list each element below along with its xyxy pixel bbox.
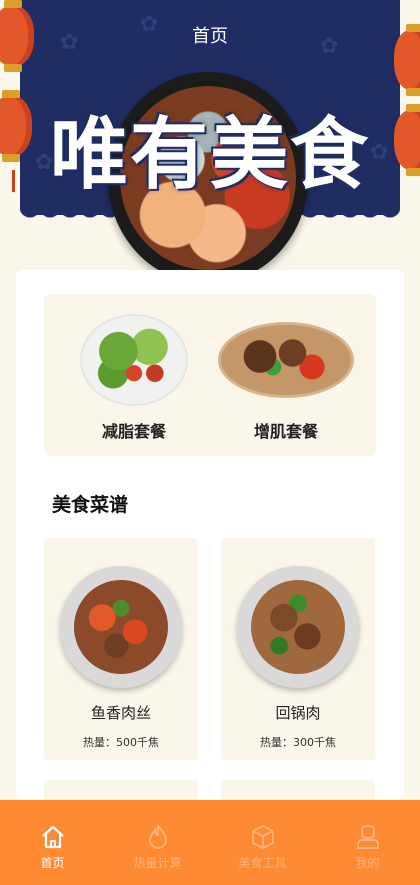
recipe-card-yuxiang[interactable]: 鱼香肉丝 热量：500千焦 (44, 538, 198, 760)
combo-muscle-gain[interactable]: 增肌套餐 (206, 294, 366, 456)
combo-label: 增肌套餐 (253, 422, 318, 441)
tab-label: 美食工具 (238, 856, 287, 870)
beef-stir-fry-image (218, 322, 354, 398)
section-title: 美食菜谱 (52, 494, 129, 516)
yuxiang-pork-image (74, 580, 168, 674)
combo-card: 减脂套餐 增肌套餐 (44, 294, 376, 456)
box-icon (251, 825, 274, 849)
hero-banner: ✿ ✿ ✿ ✿ ✿ 首页 唯有美食 (0, 0, 420, 290)
salad-image (80, 314, 188, 406)
flame-icon (148, 823, 167, 849)
tab-food-tools[interactable]: 美食工具 (210, 800, 315, 885)
tab-mine[interactable]: 我的 (315, 800, 420, 885)
page-title: 首页 (192, 26, 228, 47)
recipe-name: 回锅肉 (275, 704, 321, 722)
recipe-name: 鱼香肉丝 (90, 704, 151, 722)
recipe-card-partial[interactable] (44, 780, 198, 800)
recipe-card-huiguo[interactable]: 回锅肉 热量：300千焦 (221, 538, 375, 760)
tab-calorie-calc[interactable]: 热量计算 (105, 800, 210, 885)
tab-label: 我的 (355, 856, 380, 870)
combo-fat-loss[interactable]: 减脂套餐 (54, 294, 214, 456)
combo-label: 减脂套餐 (101, 422, 166, 441)
tab-home[interactable]: 首页 (0, 800, 105, 885)
recipe-card-partial[interactable] (221, 780, 375, 800)
user-icon (356, 825, 379, 849)
home-icon (41, 825, 64, 849)
tab-label: 热量计算 (133, 856, 182, 870)
twice-cooked-pork-image (251, 580, 345, 674)
tab-label: 首页 (40, 856, 65, 870)
recipe-calories: 热量：500千焦 (83, 736, 159, 749)
main-content: 减脂套餐 增肌套餐 美食菜谱 鱼香肉丝 热量：500千焦 回锅肉 热量：300千… (16, 270, 404, 800)
brand-title: 唯有美食 (49, 110, 370, 200)
recipe-calories: 热量：300千焦 (260, 736, 336, 749)
bottom-tab-bar: 首页 热量计算 美食工具 我的 (0, 800, 420, 885)
